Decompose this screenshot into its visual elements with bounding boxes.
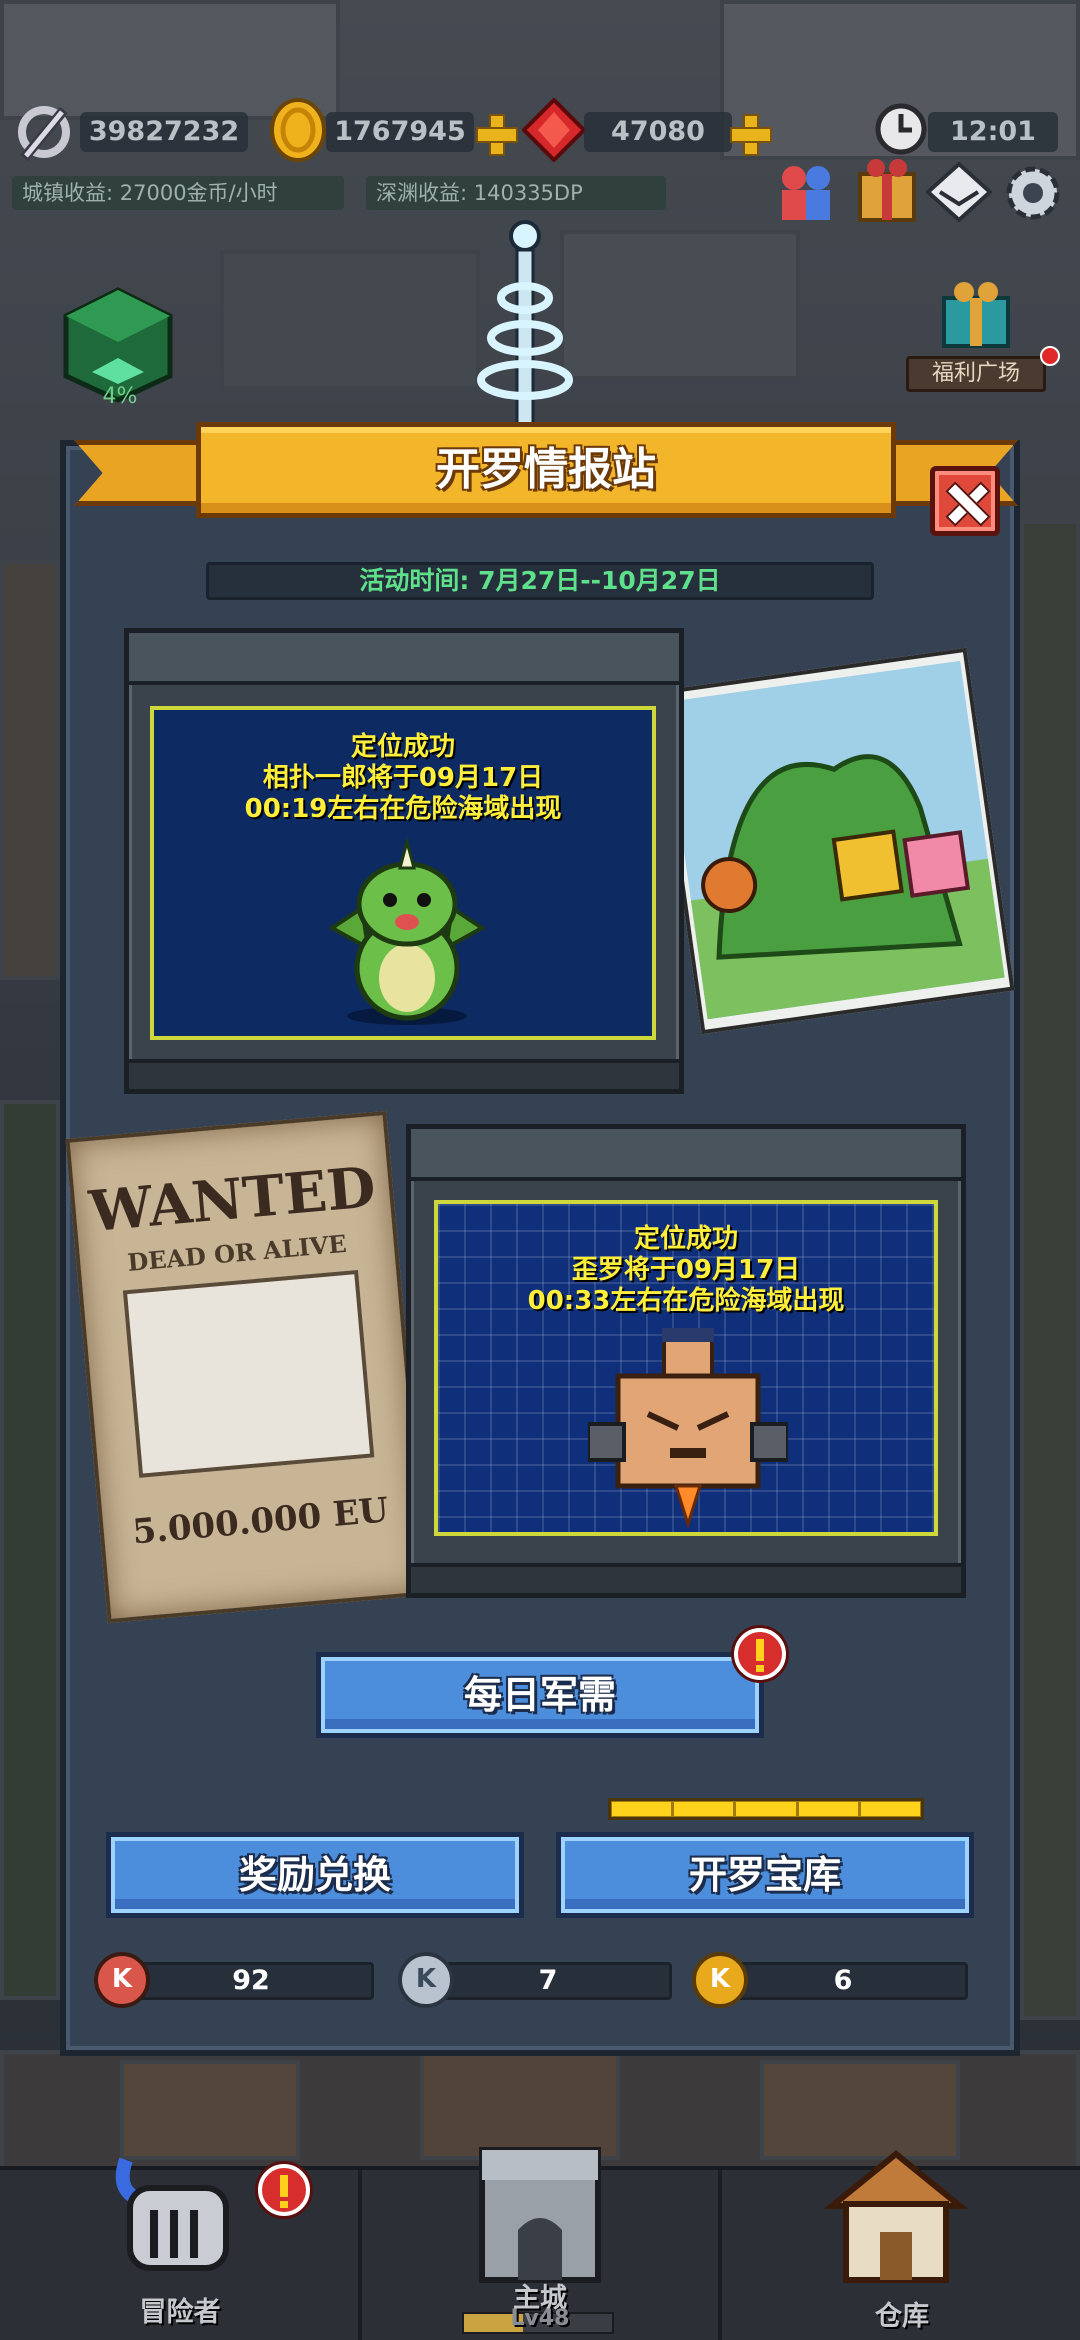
power-value: 39827232 xyxy=(80,112,248,152)
daily-alert-icon xyxy=(734,1628,786,1680)
bounty-amount: 5.000.000 EU xyxy=(130,1490,391,1553)
build-progress-percent: 4% xyxy=(102,384,138,409)
monitor2-status: 定位成功 xyxy=(633,1224,738,1254)
abyss-income: 深渊收益: 140335DP xyxy=(366,176,666,210)
gold-value: 1767945 xyxy=(326,112,474,152)
town-income: 城镇收益: 27000金币/小时 xyxy=(12,176,344,210)
panel-title: 开罗情报站 xyxy=(196,422,896,518)
monitor1-boss-date: 相扑一郎将于09月17日 xyxy=(262,763,544,793)
clock-icon xyxy=(874,102,928,156)
main-city-level: Lv48 xyxy=(510,2306,570,2331)
monitor1-boss-time: 00:19左右在危险海域出现 xyxy=(244,794,562,824)
silver-k-coin-icon: K xyxy=(398,1952,454,2008)
gold-coin-icon xyxy=(268,98,328,162)
radar-tower-icon xyxy=(472,218,578,428)
activity-time: 活动时间: 7月27日--10月27日 xyxy=(206,562,874,600)
box-robot-portrait xyxy=(588,1328,788,1528)
nav-adventurer-label[interactable]: 冒险者 xyxy=(120,2290,240,2329)
reward-exchange-button[interactable]: 奖励兑换 xyxy=(106,1832,524,1918)
red-k-coin-count: 92 xyxy=(128,1962,374,2000)
monitor2-boss-time: 00:33左右在危险海域出现 xyxy=(527,1286,845,1316)
clock-value: 12:01 xyxy=(928,112,1058,152)
welfare-gift-icon[interactable] xyxy=(926,280,1026,350)
silver-k-coin-count: 7 xyxy=(424,1962,672,2000)
adventurer-alert-icon xyxy=(258,2164,310,2216)
monitor1-status: 定位成功 xyxy=(350,732,455,762)
mail-button[interactable] xyxy=(925,161,993,223)
wanted-portrait xyxy=(122,1269,375,1478)
add-gem-button[interactable] xyxy=(728,112,772,156)
intel-screen-1: 定位成功 相扑一郎将于09月17日 00:19左右在危险海域出现 xyxy=(150,706,656,1040)
add-gold-button[interactable] xyxy=(474,112,518,156)
gem-value: 47080 xyxy=(584,112,732,152)
welfare-notification-dot xyxy=(1040,346,1060,366)
nav-warehouse-label[interactable]: 仓库 xyxy=(842,2294,962,2333)
sumo-dragon-portrait xyxy=(328,838,486,1025)
kairo-vault-button[interactable]: 开罗宝库 xyxy=(556,1832,974,1918)
daily-supplies-button[interactable]: 每日军需 xyxy=(316,1652,764,1738)
settings-gear-icon[interactable] xyxy=(1000,160,1066,226)
gold-k-coin-icon: K xyxy=(692,1952,748,2008)
welfare-plaza-label[interactable]: 福利广场 xyxy=(906,356,1046,392)
warehouse-house-icon[interactable] xyxy=(823,2144,969,2288)
adventurer-helmet-icon[interactable] xyxy=(106,2148,246,2276)
vault-progress-bar xyxy=(608,1798,924,1820)
main-city-castle-icon[interactable] xyxy=(468,2140,612,2288)
heroes-button[interactable] xyxy=(772,160,842,224)
wanted-poster: WANTED DEAD OR ALIVE 5.000.000 EU xyxy=(65,1110,429,1624)
red-gem-icon xyxy=(521,97,587,163)
gold-k-coin-count: 6 xyxy=(718,1962,968,2000)
power-icon xyxy=(14,98,78,162)
intel-screen-2: 定位成功 歪罗将于09月17日 00:33左右在危险海域出现 xyxy=(434,1200,938,1536)
close-button[interactable] xyxy=(930,466,1000,536)
red-k-coin-icon: K xyxy=(94,1952,150,2008)
adventure-postcard-image xyxy=(653,647,1015,1035)
monitor2-boss-date: 歪罗将于09月17日 xyxy=(571,1255,801,1285)
event-gift-button[interactable] xyxy=(852,156,922,226)
